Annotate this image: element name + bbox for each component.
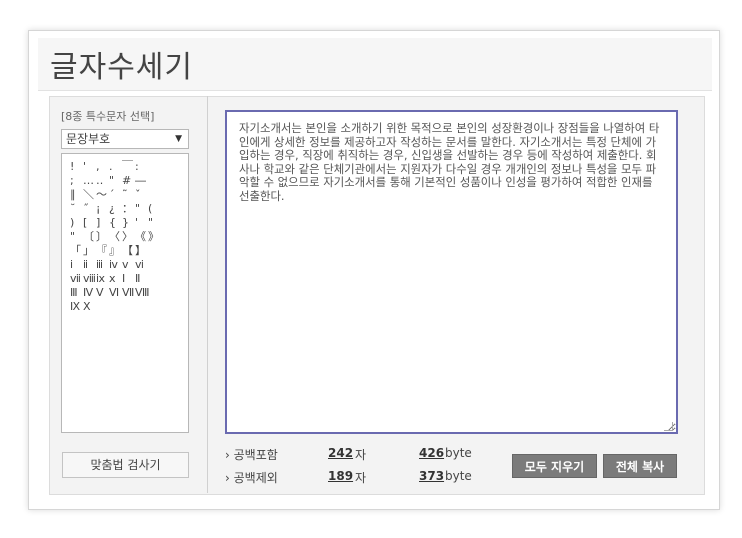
special-char-item[interactable]: ⅵ	[135, 258, 148, 272]
clear-all-button[interactable]: 모두 지우기	[512, 454, 597, 478]
special-char-row: 「」『』【】	[70, 244, 180, 258]
special-char-item[interactable]: ,	[96, 160, 109, 174]
chevron-down-icon: ▼	[175, 134, 182, 144]
special-char-item[interactable]: ～	[96, 188, 109, 202]
char-unit: 자	[355, 448, 367, 462]
special-char-item[interactable]: ＼	[83, 188, 96, 202]
special-char-item[interactable]: ⅷ	[83, 272, 96, 286]
byte-count-with-space: 426	[419, 446, 445, 460]
special-char-item[interactable]: ∥	[70, 188, 83, 202]
special-char-item[interactable]: (	[148, 202, 161, 216]
special-char-item[interactable]: "	[148, 216, 161, 230]
special-char-item[interactable]: "	[109, 174, 122, 188]
special-char-item[interactable]: ⅰ	[70, 258, 83, 272]
special-char-item[interactable]: ―	[135, 174, 148, 188]
special-char-item[interactable]: 【	[122, 244, 135, 258]
special-char-item[interactable]: {	[109, 216, 122, 230]
char-count-without-space: 189	[328, 469, 354, 483]
special-char-item[interactable]: ¡	[96, 202, 109, 216]
resize-handle-icon[interactable]	[664, 422, 673, 431]
special-char-row: ⅨⅩ	[70, 300, 180, 314]
special-char-item[interactable]: 」	[83, 244, 96, 258]
special-char-item[interactable]: ˘	[70, 202, 83, 216]
special-char-item[interactable]: Ⅷ	[135, 286, 150, 300]
special-char-item[interactable]: 「	[70, 244, 83, 258]
spell-check-button[interactable]: 맞춤법 검사기	[62, 452, 189, 478]
special-char-row: ⅶⅷⅸⅹⅠⅡ	[70, 272, 180, 286]
special-char-item[interactable]: ˜	[122, 188, 135, 202]
special-char-item[interactable]: Ⅳ	[83, 286, 96, 300]
special-char-item[interactable]: ]	[96, 216, 109, 230]
special-char-item[interactable]: ‥	[96, 174, 109, 188]
special-char-item[interactable]: ⅳ	[109, 258, 122, 272]
special-char-item[interactable]: Ⅰ	[122, 272, 135, 286]
special-char-item[interactable]: ´	[109, 188, 122, 202]
special-char-item[interactable]: ˇ	[135, 188, 148, 202]
stat-label-with-space: › 공백포함	[225, 448, 278, 462]
special-char-item[interactable]: ˝	[83, 202, 96, 216]
byte-unit: byte	[445, 469, 472, 483]
special-char-item[interactable]: Ⅱ	[135, 272, 148, 286]
special-char-item[interactable]: .	[109, 160, 122, 174]
special-char-row: " 〔〕〈〉《》	[70, 230, 180, 244]
special-char-item[interactable]: ⅶ	[70, 272, 83, 286]
special-char-item[interactable]: ：	[122, 202, 135, 216]
special-char-item[interactable]: ￣	[122, 160, 135, 174]
special-char-item[interactable]: }	[122, 216, 135, 230]
special-char-item[interactable]: :	[135, 160, 148, 174]
special-char-item[interactable]: ¿	[109, 202, 122, 216]
special-char-item[interactable]: )	[70, 216, 83, 230]
special-char-item[interactable]: Ⅹ	[83, 300, 96, 314]
special-char-item[interactable]: Ⅴ	[96, 286, 109, 300]
special-char-item[interactable]: 〔	[83, 230, 96, 244]
special-char-item[interactable]: 》	[148, 230, 161, 244]
stat-label-without-space: › 공백제외	[225, 471, 278, 485]
special-char-item[interactable]: ⅹ	[109, 272, 122, 286]
special-char-item[interactable]: 〕	[96, 230, 109, 244]
special-char-item[interactable]: ⅱ	[83, 258, 96, 272]
special-char-item[interactable]: Ⅲ	[70, 286, 83, 300]
page-title: 글자수세기	[50, 50, 193, 85]
special-char-item[interactable]: ⅴ	[122, 258, 135, 272]
special-char-item[interactable]: '	[135, 216, 148, 230]
special-char-row: ˘ ˝ ¡ ¿： "(	[70, 202, 180, 216]
select-value: 문장부호	[66, 132, 111, 146]
special-char-group-label: [8종 특수문자 선택]	[61, 110, 155, 123]
special-char-row: ;… ‥ " # ―	[70, 174, 180, 188]
special-char-item[interactable]: "	[70, 230, 83, 244]
special-char-category-select[interactable]: 문장부호 ▼	[61, 129, 189, 149]
title-bar: 글자수세기	[38, 38, 712, 91]
byte-count-without-space: 373	[419, 469, 445, 483]
special-char-list: ! ',. ￣:;… ‥ " # ― ∥ ＼ ～ ´ ˜ ˇ ˘ ˝ ¡ ¿： "()[]{} ' " " 〔〕〈〉《》「…	[61, 153, 189, 433]
special-char-item[interactable]: 《	[135, 230, 148, 244]
text-input-area[interactable]: 자기소개서는 본인을 소개하기 위한 목적으로 본인의 성장환경이나 장점들을 …	[225, 110, 678, 434]
special-char-row: ! ',. ￣:	[70, 160, 180, 174]
char-unit: 자	[355, 471, 367, 485]
special-char-item[interactable]: Ⅵ	[109, 286, 122, 300]
special-char-item[interactable]: 〈	[109, 230, 122, 244]
special-char-row: ⅰⅱⅲⅳⅴⅵ	[70, 258, 180, 272]
byte-unit: byte	[445, 446, 472, 460]
special-char-item[interactable]: 】	[135, 244, 148, 258]
special-char-item[interactable]: '	[83, 160, 96, 174]
special-char-item[interactable]: Ⅶ	[122, 286, 135, 300]
special-char-item[interactable]: #	[122, 174, 135, 188]
special-char-item[interactable]: 〉	[122, 230, 135, 244]
special-char-item[interactable]: !	[70, 160, 83, 174]
special-char-item[interactable]: ;	[70, 174, 83, 188]
special-char-item[interactable]: Ⅸ	[70, 300, 83, 314]
special-char-item[interactable]: [	[83, 216, 96, 230]
special-char-row: ⅢⅣⅤⅥⅦⅧ	[70, 286, 180, 300]
special-char-item[interactable]: 』	[109, 244, 122, 258]
special-char-row: )[]{} ' "	[70, 216, 180, 230]
special-char-item[interactable]: …	[83, 174, 96, 188]
copy-all-button[interactable]: 전체 복사	[603, 454, 677, 478]
char-count-with-space: 242	[328, 446, 354, 460]
special-char-row: ∥ ＼ ～ ´ ˜ ˇ	[70, 188, 180, 202]
special-char-item[interactable]: ⅸ	[96, 272, 109, 286]
special-char-item[interactable]: ⅲ	[96, 258, 109, 272]
special-char-item[interactable]: 『	[96, 244, 109, 258]
special-char-item[interactable]: "	[135, 202, 148, 216]
